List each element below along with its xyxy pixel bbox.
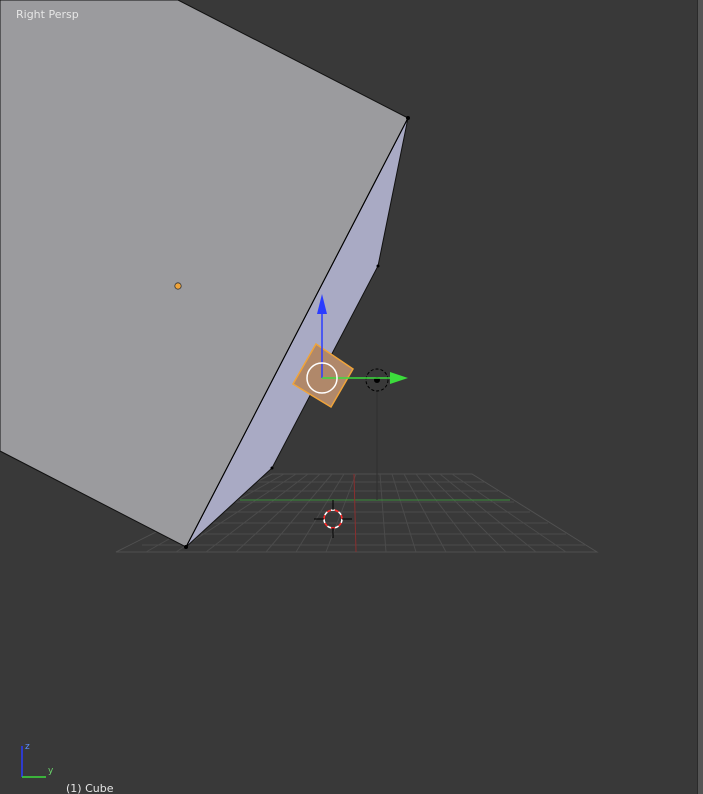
transform-manipulator-icon[interactable] — [306, 294, 408, 394]
viewport-edge — [697, 0, 703, 794]
active-object-label: (1) Cube — [66, 782, 114, 794]
axis-gizmo-icon — [21, 746, 46, 778]
light-lamp-icon[interactable] — [365, 368, 389, 392]
3d-cursor-icon[interactable] — [314, 500, 352, 538]
axis-z-label: z — [25, 742, 30, 752]
object-origin-icon[interactable] — [174, 282, 182, 290]
view-label: Right Persp — [16, 8, 79, 21]
scene-canvas[interactable] — [0, 0, 697, 794]
grid-z-axis-line — [353, 473, 357, 553]
3d-viewport[interactable]: z y Right Persp (1) Cube — [0, 0, 697, 794]
axis-y-label: y — [48, 766, 54, 776]
